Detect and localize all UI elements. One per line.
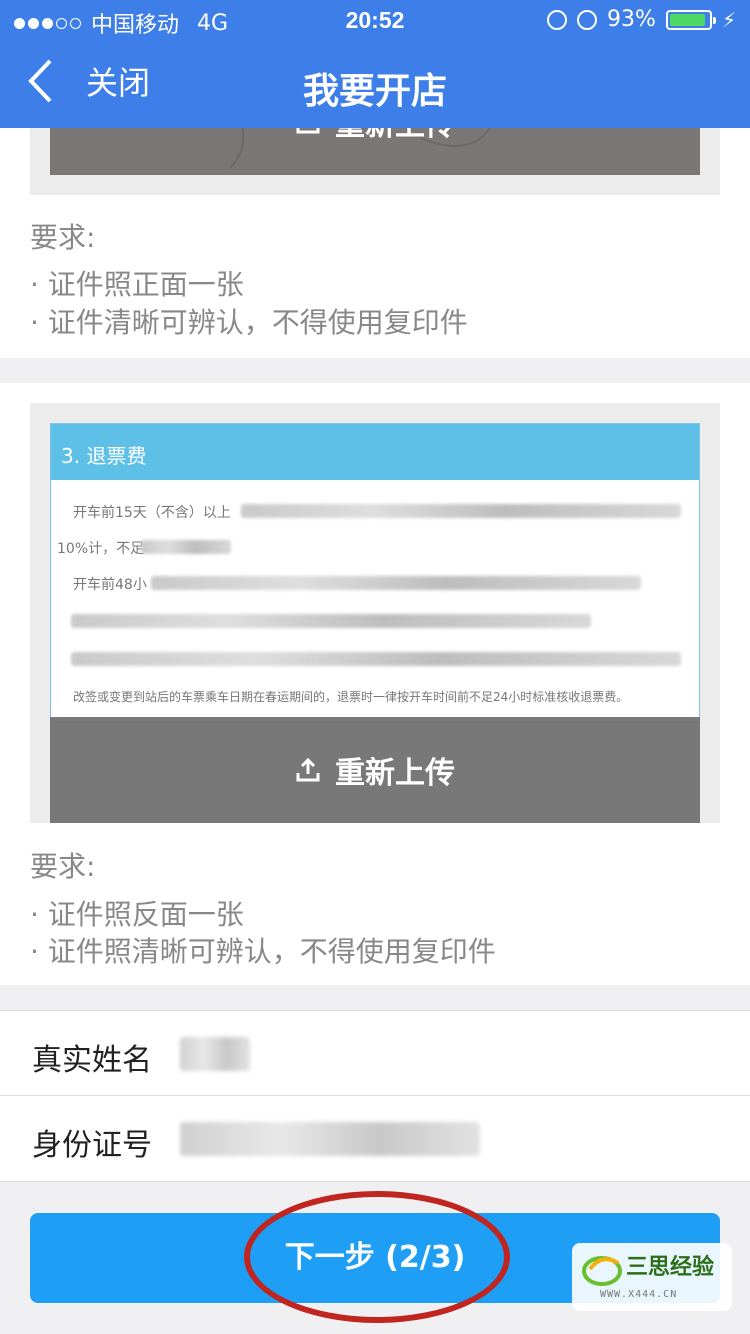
upload-icon <box>296 757 320 782</box>
id-back-upload-frame: 3. 退票费 开车前15天（不含）以上 10%计，不足 开车前48小 改签或变更… <box>30 403 720 823</box>
document-header: 3. 退票费 <box>51 424 699 480</box>
upload-icon <box>296 128 320 134</box>
requirements-title: 要求: <box>30 221 96 254</box>
requirements-title: 要求: <box>30 850 96 883</box>
watermark-url: WWW.X444.CN <box>600 1289 678 1300</box>
id-back-card: 3. 退票费 开车前15天（不含）以上 10%计，不足 开车前48小 改签或变更… <box>0 383 750 985</box>
reupload-label: 重新上传 <box>335 756 455 791</box>
status-bar: 中国移动 4G 20:52 93% ⚡ <box>0 0 750 40</box>
id-front-upload-frame: 重新上传 <box>30 128 720 195</box>
id-number-label: 身份证号 <box>32 1128 152 1163</box>
document-line: 开车前48小 <box>73 577 147 593</box>
watermark-text: 三思经验 <box>626 1255 715 1280</box>
rotation-lock-icon <box>547 9 568 30</box>
main-content: 重新上传 要求: · 证件照正面一张 · 证件清晰可辨认，不得使用复印件 3. … <box>0 128 750 1334</box>
id-number-input[interactable] <box>180 1122 480 1156</box>
battery-icon <box>665 9 716 30</box>
watermark: 三思经验 WWW.X444.CN <box>572 1243 732 1311</box>
document-line: 改签或变更到站后的车票乘车日期在春运期间的，退票时一律按开车时间前不足24小时标… <box>73 690 629 704</box>
document-line: 开车前15天（不含）以上 <box>73 505 231 521</box>
page-title: 我要开店 <box>302 71 447 112</box>
id-number-row[interactable]: 身份证号 <box>0 1096 750 1182</box>
navigation-bar: 关闭 我要开店 <box>0 40 750 128</box>
document-line: 10%计，不足 <box>57 541 145 557</box>
watermark-logo-icon <box>582 1256 622 1286</box>
alarm-icon <box>577 9 598 30</box>
reupload-back-button[interactable]: 重新上传 <box>50 717 700 823</box>
charging-icon: ⚡ <box>721 7 736 32</box>
id-back-image: 3. 退票费 开车前15天（不含）以上 10%计，不足 开车前48小 改签或变更… <box>50 423 700 723</box>
battery-percent: 93% <box>607 7 656 32</box>
reupload-label: 重新上传 <box>335 128 455 144</box>
real-name-input[interactable] <box>180 1037 250 1071</box>
requirement-item: · 证件照清晰可辨认，不得使用复印件 <box>30 935 496 968</box>
requirement-item: · 证件照反面一张 <box>30 898 244 931</box>
real-name-label: 真实姓名 <box>32 1043 152 1078</box>
requirement-item: · 证件清晰可辨认，不得使用复印件 <box>30 306 468 339</box>
requirement-item: · 证件照正面一张 <box>30 268 244 301</box>
real-name-row[interactable]: 真实姓名 <box>0 1010 750 1096</box>
id-front-card: 重新上传 要求: · 证件照正面一张 · 证件清晰可辨认，不得使用复印件 <box>0 128 750 358</box>
reupload-front-button[interactable]: 重新上传 <box>50 128 700 175</box>
